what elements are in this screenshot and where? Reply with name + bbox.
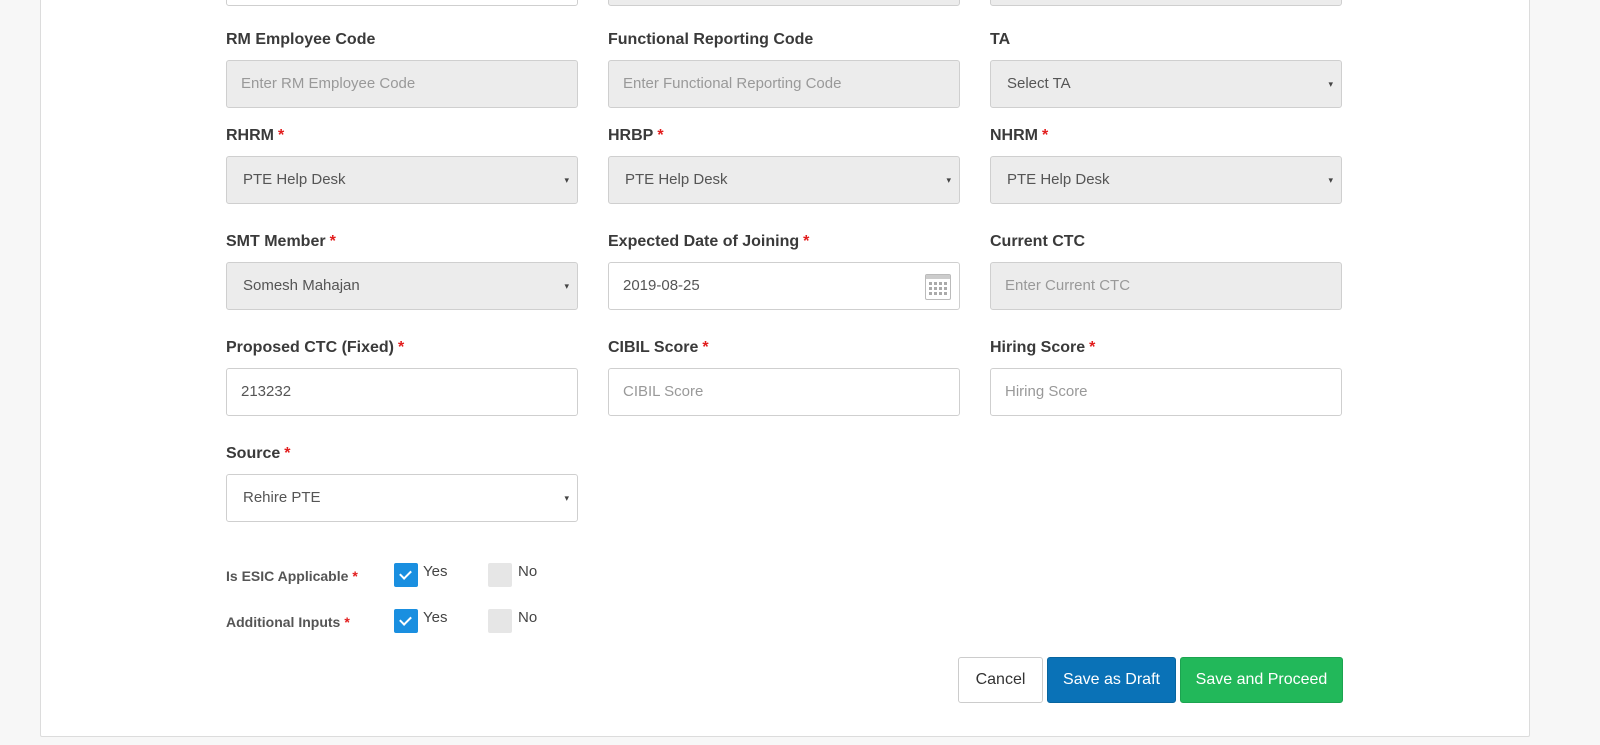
rhrm-label: RHRM * [226,127,285,144]
required-marker: * [352,568,358,584]
required-marker: * [803,233,810,250]
previous-row-input-2[interactable] [608,0,960,6]
esic-yes-checkbox[interactable] [394,563,418,587]
cancel-button[interactable]: Cancel [958,657,1043,703]
chevron-down-icon: ▾ [564,281,569,291]
additional-inputs-row: Additional Inputs * Yes No [226,609,626,635]
current-ctc-label: Current CTC [990,233,1086,250]
chevron-down-icon: ▾ [1328,79,1333,89]
esic-no-label[interactable]: No [518,563,537,580]
expected-doj-input[interactable]: 2019-08-25 [608,262,960,310]
esic-applicable-row: Is ESIC Applicable * Yes No [226,563,626,589]
required-marker: * [344,614,350,630]
rhrm-select-value: PTE Help Desk [243,171,346,188]
required-marker: * [702,339,709,356]
additional-inputs-no-label[interactable]: No [518,609,537,626]
smt-member-label: SMT Member * [226,233,336,250]
required-marker: * [329,233,336,250]
source-select-value: Rehire PTE [243,489,321,506]
save-as-draft-button[interactable]: Save as Draft [1047,657,1176,703]
chevron-down-icon: ▾ [564,493,569,503]
nhrm-select[interactable]: PTE Help Desk ▾ [990,156,1342,204]
required-marker: * [278,127,285,144]
hrbp-select-value: PTE Help Desk [625,171,728,188]
additional-inputs-label: Additional Inputs * [226,614,350,630]
source-select[interactable]: Rehire PTE ▾ [226,474,578,522]
ta-select-value: Select TA [1007,75,1071,92]
required-marker: * [1089,339,1096,356]
current-ctc-input[interactable]: Enter Current CTC [990,262,1342,310]
hiring-score-input[interactable]: Hiring Score [990,368,1342,416]
hrbp-label: HRBP * [608,127,664,144]
required-marker: * [398,339,405,356]
rm-employee-code-input[interactable]: Enter RM Employee Code [226,60,578,108]
cibil-score-input[interactable]: CIBIL Score [608,368,960,416]
functional-reporting-code-label: Functional Reporting Code [608,31,814,48]
required-marker: * [657,127,664,144]
previous-row-input-1[interactable] [226,0,578,6]
ta-select[interactable]: Select TA ▾ [990,60,1342,108]
chevron-down-icon: ▾ [564,175,569,185]
chevron-down-icon: ▾ [946,175,951,185]
additional-inputs-yes-label[interactable]: Yes [423,609,447,626]
previous-row-input-3[interactable] [990,0,1342,6]
nhrm-label: NHRM * [990,127,1049,144]
ta-label: TA [990,31,1011,48]
cibil-score-label: CIBIL Score * [608,339,709,356]
rm-employee-code-label: RM Employee Code [226,31,376,48]
chevron-down-icon: ▾ [1328,175,1333,185]
functional-reporting-code-input[interactable]: Enter Functional Reporting Code [608,60,960,108]
expected-doj-value: 2019-08-25 [623,277,700,294]
required-marker: * [284,445,291,462]
save-and-proceed-button[interactable]: Save and Proceed [1180,657,1343,703]
additional-inputs-yes-checkbox[interactable] [394,609,418,633]
hrbp-select[interactable]: PTE Help Desk ▾ [608,156,960,204]
esic-no-checkbox[interactable] [488,563,512,587]
hiring-score-label: Hiring Score * [990,339,1096,356]
smt-member-select-value: Somesh Mahajan [243,277,360,294]
calendar-icon[interactable] [925,274,951,300]
additional-inputs-no-checkbox[interactable] [488,609,512,633]
rhrm-select[interactable]: PTE Help Desk ▾ [226,156,578,204]
expected-doj-label: Expected Date of Joining * [608,233,810,250]
proposed-ctc-label: Proposed CTC (Fixed) * [226,339,405,356]
proposed-ctc-input[interactable]: 213232 [226,368,578,416]
esic-applicable-label: Is ESIC Applicable * [226,568,358,584]
source-label: Source * [226,445,291,462]
nhrm-select-value: PTE Help Desk [1007,171,1110,188]
required-marker: * [1042,127,1049,144]
esic-yes-label[interactable]: Yes [423,563,447,580]
smt-member-select[interactable]: Somesh Mahajan ▾ [226,262,578,310]
